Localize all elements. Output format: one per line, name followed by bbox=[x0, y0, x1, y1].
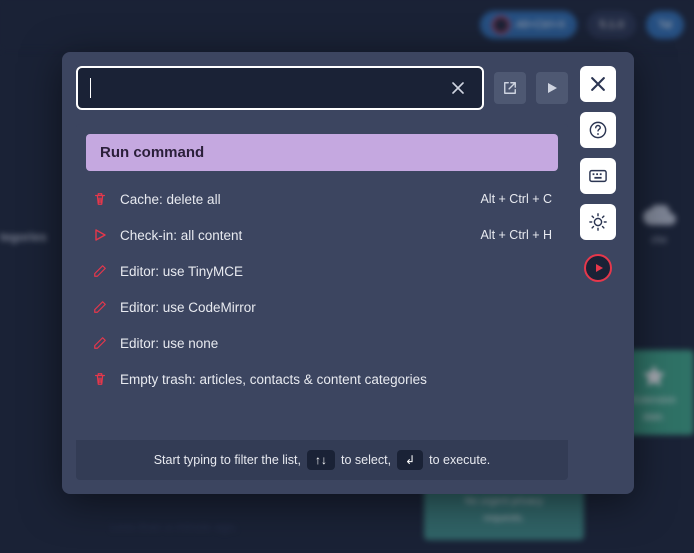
pencil-icon bbox=[92, 263, 108, 279]
record-dot-icon bbox=[492, 16, 510, 34]
search-row bbox=[76, 66, 568, 110]
footer-part3: to execute. bbox=[429, 453, 490, 467]
run-button[interactable] bbox=[536, 72, 568, 104]
footer-hint: Start typing to filter the list, ↑↓ to s… bbox=[76, 440, 568, 480]
section-header-run-command: Run command bbox=[86, 134, 558, 171]
command-list: Cache: delete all Alt + Ctrl + C Check-in:… bbox=[86, 181, 558, 397]
bg-g2-l2: requests. bbox=[483, 513, 524, 524]
pencil-icon bbox=[92, 335, 108, 351]
command-shortcut: Alt + Ctrl + H bbox=[480, 228, 552, 242]
clear-search-button[interactable] bbox=[452, 82, 472, 94]
bg-cloud-card: che bbox=[624, 190, 694, 260]
command-row[interactable]: Editor: use none bbox=[86, 325, 558, 361]
command-row[interactable]: Check-in: all content Alt + Ctrl + H bbox=[86, 217, 558, 253]
cloud-icon bbox=[641, 205, 677, 229]
command-row[interactable]: Editor: use TinyMCE bbox=[86, 253, 558, 289]
bg-g1-l1: Extension bbox=[632, 395, 676, 406]
command-list-scroll[interactable]: Run command Cache: delete all Alt + Ctrl … bbox=[76, 124, 568, 440]
bg-pill2-text: 5.1.0 bbox=[599, 19, 623, 31]
bg-pill-shortcut: All+Ctrl+X bbox=[480, 11, 578, 39]
search-input-wrap[interactable] bbox=[76, 66, 484, 110]
bg-g1-l2: date. bbox=[643, 412, 665, 423]
help-icon bbox=[589, 121, 607, 139]
play-icon bbox=[92, 227, 108, 243]
footer-part1: Start typing to filter the list, bbox=[154, 453, 301, 467]
close-modal-button[interactable] bbox=[580, 66, 616, 102]
close-icon bbox=[452, 82, 464, 94]
play-icon bbox=[546, 82, 558, 94]
bg-cloud-label: che bbox=[651, 235, 667, 246]
arrow-keys-hint: ↑↓ bbox=[307, 450, 335, 470]
bg-pill-version: 5.1.0 bbox=[587, 11, 635, 39]
command-row[interactable]: Cache: delete all Alt + Ctrl + C bbox=[86, 181, 558, 217]
command-label: Check-in: all content bbox=[120, 228, 468, 243]
bg-bottom-text: Less than a minute ago. bbox=[110, 520, 238, 534]
command-label: Editor: use none bbox=[120, 336, 552, 351]
enter-key-hint: ↲ bbox=[397, 450, 423, 470]
command-row[interactable]: Editor: use CodeMirror bbox=[86, 289, 558, 325]
trash-icon bbox=[92, 191, 108, 207]
command-label: Cache: delete all bbox=[120, 192, 468, 207]
bg-top-bar: All+Ctrl+X 5.1.0 Tal bbox=[0, 0, 694, 50]
footer-part2: to select, bbox=[341, 453, 391, 467]
bg-pill3-text: Tal bbox=[658, 19, 672, 31]
command-row[interactable]: Empty trash: articles, contacts & conten… bbox=[86, 361, 558, 397]
bg-sidebar-label: tegories bbox=[0, 230, 47, 244]
bg-pill-user: Tal bbox=[646, 11, 684, 39]
keyboard-button[interactable] bbox=[580, 158, 616, 194]
external-link-icon bbox=[503, 81, 517, 95]
external-action-button[interactable] bbox=[494, 72, 526, 104]
help-button[interactable] bbox=[580, 112, 616, 148]
star-icon bbox=[641, 363, 667, 389]
modal-main-column: Run command Cache: delete all Alt + Ctrl … bbox=[76, 66, 568, 480]
record-icon bbox=[584, 254, 612, 282]
command-list-wrap: Run command Cache: delete all Alt + Ctrl … bbox=[76, 124, 568, 480]
bg-g2-l1: No urgent privacy bbox=[465, 496, 543, 507]
record-button[interactable] bbox=[580, 250, 616, 286]
theme-button[interactable] bbox=[580, 204, 616, 240]
bg-pill1-text: All+Ctrl+X bbox=[516, 19, 566, 31]
command-palette-modal: Run command Cache: delete all Alt + Ctrl … bbox=[62, 52, 634, 494]
keyboard-icon bbox=[589, 169, 607, 183]
modal-side-buttons bbox=[580, 66, 620, 480]
pencil-icon bbox=[92, 299, 108, 315]
close-icon bbox=[591, 77, 605, 91]
brightness-icon bbox=[589, 213, 607, 231]
command-label: Editor: use TinyMCE bbox=[120, 264, 552, 279]
search-input[interactable] bbox=[91, 68, 452, 108]
command-label: Editor: use CodeMirror bbox=[120, 300, 552, 315]
command-shortcut: Alt + Ctrl + C bbox=[480, 192, 552, 206]
command-label: Empty trash: articles, contacts & conten… bbox=[120, 372, 552, 387]
trash-icon bbox=[92, 371, 108, 387]
